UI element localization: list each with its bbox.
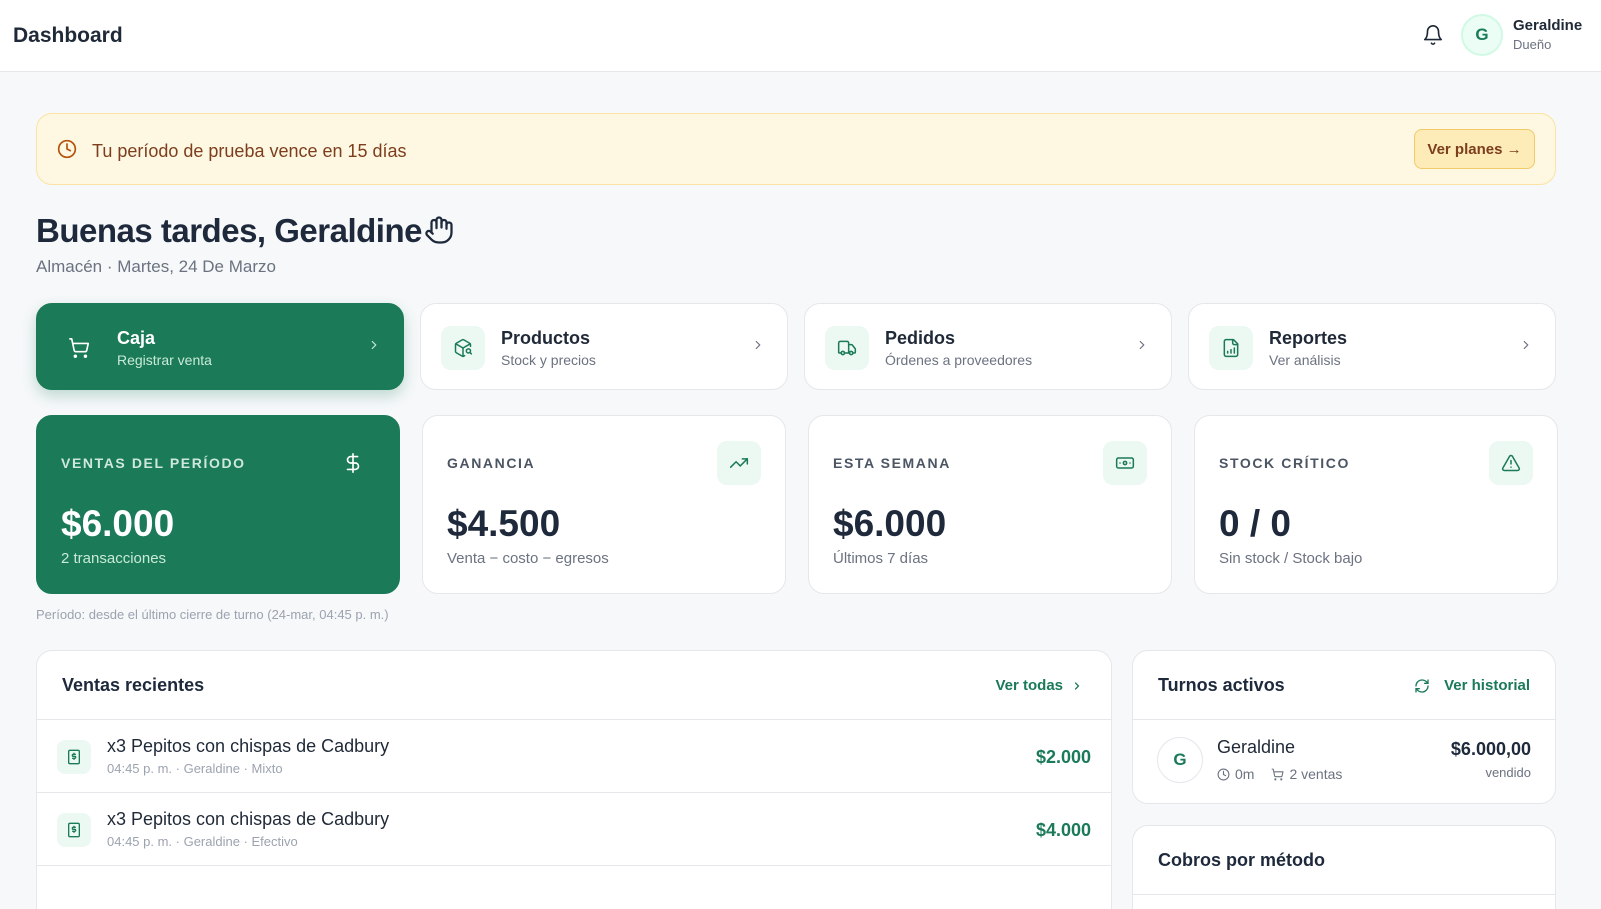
chevron-right-icon: [751, 338, 765, 357]
list-item[interactable]: x3 Pepitos con chispas de Cadbury 04:45 …: [37, 793, 1111, 866]
action-subtitle: Ver análisis: [1269, 352, 1341, 368]
greeting-subtitle: Almacén · Martes, 24 De Marzo: [36, 257, 276, 276]
waving-hand-icon: [424, 214, 454, 251]
user-name: Geraldine: [1513, 17, 1583, 34]
stat-subtitle: Venta − costo − egresos: [447, 550, 609, 567]
chevron-right-icon: [1519, 338, 1533, 357]
stat-subtitle: Últimos 7 días: [833, 550, 929, 567]
view-plans-button[interactable]: Ver planes →: [1414, 129, 1535, 169]
warning-icon: [1489, 441, 1533, 485]
stat-label: GANANCIA: [447, 455, 536, 471]
active-shifts-panel: Turnos activos Ver historial G Geraldine…: [1132, 650, 1556, 804]
panel-header: Ventas recientes Ver todas: [37, 651, 1111, 720]
panel-header: Cobros por método: [1133, 826, 1555, 895]
shift-user-name: Geraldine: [1217, 737, 1296, 757]
bell-icon[interactable]: [1420, 22, 1446, 48]
view-history-label: Ver historial: [1444, 677, 1530, 694]
panel-header: Turnos activos Ver historial: [1133, 651, 1555, 720]
panel-title: Cobros por método: [1158, 850, 1325, 870]
view-history-link[interactable]: Ver historial: [1414, 677, 1530, 694]
stat-value: $6.000: [833, 503, 947, 544]
period-note: Período: desde el último cierre de turno…: [36, 607, 389, 622]
cart-icon: [57, 326, 101, 370]
trial-banner: Tu período de prueba vence en 15 días Ve…: [36, 113, 1556, 185]
stat-card-this-week: ESTA SEMANA $6.000 Últimos 7 días: [808, 415, 1172, 594]
stat-subtitle: Sin stock / Stock bajo: [1219, 550, 1363, 567]
package-search-icon: [441, 326, 485, 370]
action-caja[interactable]: Caja Registrar venta: [36, 303, 404, 390]
action-reportes[interactable]: Reportes Ver análisis: [1188, 303, 1556, 390]
stat-value: $6.000: [61, 503, 175, 544]
shift-row[interactable]: G Geraldine 0m 2 ventas $6.000,00 vendid…: [1133, 720, 1555, 802]
sale-name: x3 Pepitos con chispas de Cadbury: [107, 809, 390, 829]
stat-label: ESTA SEMANA: [833, 455, 951, 471]
dollar-icon: [331, 441, 375, 485]
panel-title: Turnos activos: [1158, 675, 1285, 695]
clock-icon: [57, 139, 77, 164]
shift-amount-label: vendido: [1485, 765, 1531, 780]
stat-value: $4.500: [447, 503, 561, 544]
sale-meta: 04:45 p. m. · Geraldine · Mixto: [107, 761, 283, 776]
greeting-title: Buenas tardes, Geraldine: [36, 212, 422, 249]
action-title: Productos: [501, 328, 591, 348]
chevron-right-icon: [1135, 338, 1149, 357]
action-title: Pedidos: [885, 328, 956, 348]
stat-subtitle: 2 transacciones: [61, 550, 167, 567]
stat-card-period-sales: VENTAS DEL PERÍODO $6.000 2 transaccione…: [36, 415, 400, 594]
sale-name: x3 Pepitos con chispas de Cadbury: [107, 736, 390, 756]
action-title: Reportes: [1269, 328, 1348, 348]
report-icon: [1209, 326, 1253, 370]
panel-title: Ventas recientes: [62, 675, 205, 695]
chevron-right-icon: [367, 338, 381, 357]
recent-sales-panel: Ventas recientes Ver todas x3 Pepitos co…: [36, 650, 1112, 909]
payments-panel: Cobros por método: [1132, 825, 1556, 909]
avatar: G: [1157, 737, 1203, 783]
trending-up-icon: [717, 441, 761, 485]
receipt-icon: [57, 813, 91, 847]
action-title: Caja: [117, 328, 156, 348]
action-subtitle: Órdenes a proveedores: [885, 352, 1033, 368]
shift-duration: 0m: [1235, 766, 1255, 782]
sale-amount: $2.000: [1035, 747, 1091, 767]
receipt-icon: [57, 740, 91, 774]
top-bar: Dashboard G Geraldine Dueño: [0, 0, 1601, 72]
stat-card-profit: GANANCIA $4.500 Venta − costo − egresos: [422, 415, 786, 594]
sale-meta: 04:45 p. m. · Geraldine · Efectivo: [107, 834, 298, 849]
clock-icon: [1217, 768, 1230, 780]
refresh-icon: [1415, 678, 1429, 693]
action-subtitle: Stock y precios: [501, 352, 596, 368]
cart-icon: [1272, 768, 1284, 780]
trial-message: Tu período de prueba vence en 15 días: [92, 141, 407, 161]
action-productos[interactable]: Productos Stock y precios: [420, 303, 788, 390]
avatar[interactable]: G: [1461, 14, 1503, 56]
page-title: Dashboard: [13, 24, 123, 47]
sale-amount: $4.000: [1035, 820, 1091, 840]
action-pedidos[interactable]: Pedidos Órdenes a proveedores: [804, 303, 1172, 390]
stat-value: 0 / 0: [1219, 503, 1291, 544]
view-all-label: Ver todas: [995, 677, 1063, 694]
stat-label: STOCK CRÍTICO: [1219, 455, 1350, 471]
truck-icon: [825, 326, 869, 370]
stat-card-critical-stock: STOCK CRÍTICO 0 / 0 Sin stock / Stock ba…: [1194, 415, 1558, 594]
banknote-icon: [1103, 441, 1147, 485]
action-subtitle: Registrar venta: [117, 352, 212, 368]
view-all-link[interactable]: Ver todas: [995, 677, 1083, 694]
shift-amount: $6.000,00: [1450, 739, 1531, 759]
list-item[interactable]: x3 Pepitos con chispas de Cadbury 04:45 …: [37, 720, 1111, 793]
stat-label: VENTAS DEL PERÍODO: [61, 455, 246, 471]
user-role: Dueño: [1513, 37, 1552, 52]
chevron-right-icon: [1074, 681, 1080, 690]
shift-sales-count: 2 ventas: [1289, 766, 1343, 782]
shift-meta: 0m 2 ventas: [1217, 766, 1342, 782]
